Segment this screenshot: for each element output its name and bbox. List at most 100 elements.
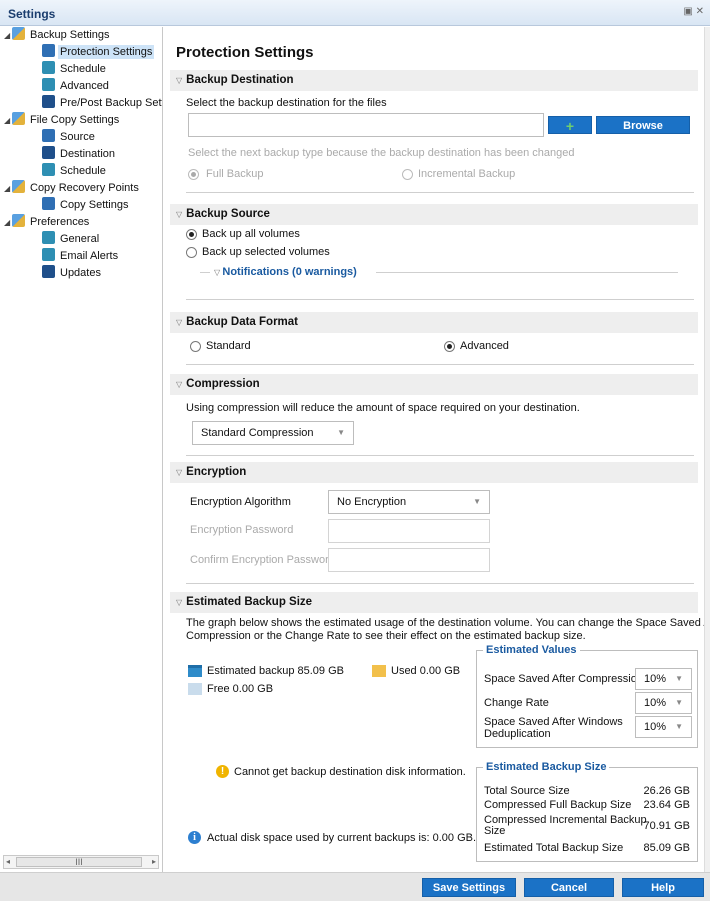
all-volumes-label: Back up all volumes — [202, 228, 300, 240]
tree-item-label: Schedule — [60, 165, 106, 177]
collapse-chevron-icon[interactable]: ▽ — [176, 380, 182, 389]
tree-item-label: Advanced — [60, 80, 109, 92]
collapse-chevron-icon[interactable]: ▽ — [176, 598, 182, 607]
cancel-button[interactable]: Cancel — [524, 878, 614, 897]
estimated-description-line1: The graph below shows the estimated usag… — [186, 617, 704, 629]
backup-type-note: Select the next backup type because the … — [188, 147, 575, 159]
tree-item-label: Copy Settings — [60, 199, 129, 211]
collapse-chevron-icon[interactable]: ▽ — [176, 76, 182, 85]
change-rate-select[interactable]: 10% ▼ — [635, 692, 692, 714]
notifications-toggle[interactable]: ▽ Notifications (0 warnings) — [214, 266, 357, 278]
disk-info-warning: Cannot get backup destination disk infor… — [234, 766, 466, 778]
tree-expand-icon[interactable]: ◢ — [4, 180, 12, 197]
tree-item[interactable]: General — [0, 231, 162, 248]
collapse-chevron-icon[interactable]: ▽ — [176, 318, 182, 327]
encryption-password-input[interactable] — [328, 519, 490, 543]
tree-horizontal-scrollbar[interactable]: ◂ III ▸ — [3, 855, 159, 869]
tree-item[interactable]: Pre/Post Backup Settin — [0, 95, 162, 112]
legend-used: Used 0.00 GB — [391, 665, 461, 677]
legend-free: Free 0.00 GB — [207, 683, 274, 695]
tree-item-label: File Copy Settings — [30, 114, 120, 126]
tree-item[interactable]: Destination — [0, 146, 162, 163]
tree-item-label: Destination — [60, 148, 116, 160]
tree-expand-icon[interactable]: ◢ — [4, 27, 12, 44]
section-encryption[interactable]: ▽ Encryption — [170, 462, 698, 483]
tree-item[interactable]: ◢ Backup Settings — [0, 27, 162, 44]
window-title: Settings — [8, 7, 56, 21]
collapse-chevron-icon[interactable]: ▽ — [176, 210, 182, 219]
space-saved-value: 10% — [644, 673, 667, 685]
section-title: Backup Data Format — [186, 316, 298, 328]
advanced-format-radio[interactable] — [444, 341, 455, 352]
scroll-left-icon[interactable]: ◂ — [6, 856, 10, 868]
section-backup-source[interactable]: ▽ Backup Source — [170, 204, 698, 225]
section-estimated-backup-size[interactable]: ▽ Estimated Backup Size — [170, 592, 698, 613]
save-settings-button[interactable]: Save Settings — [422, 878, 516, 897]
tree-expand-icon[interactable]: ◢ — [4, 112, 12, 129]
full-backup-radio[interactable] — [188, 169, 199, 180]
window-controls-icon[interactable]: ▣ ✕ — [683, 6, 704, 17]
tree-item[interactable]: ◢ Preferences — [0, 214, 162, 231]
divider — [186, 364, 694, 365]
total-source-value: 26.26 GB — [643, 785, 690, 797]
encryption-algorithm-select[interactable]: No Encryption ▼ — [328, 490, 490, 514]
help-button[interactable]: Help — [622, 878, 704, 897]
standard-format-label: Standard — [206, 340, 251, 352]
divider — [186, 192, 694, 193]
used-swatch — [372, 665, 386, 677]
selected-volumes-radio[interactable] — [186, 247, 197, 258]
estimated-values-title: Estimated Values — [483, 644, 580, 656]
dedup-label-line2: Deduplication — [484, 728, 551, 740]
advanced-icon — [42, 78, 55, 91]
standard-format-radio[interactable] — [190, 341, 201, 352]
encryption-algorithm-label: Encryption Algorithm — [190, 496, 291, 508]
estimated-backup-swatch — [188, 665, 202, 677]
change-rate-value: 10% — [644, 697, 667, 709]
tree-item-label: Backup Settings — [30, 29, 110, 41]
dropdown-caret-icon: ▼ — [675, 674, 683, 683]
section-backup-destination[interactable]: ▽ Backup Destination — [170, 70, 698, 91]
tree-item[interactable]: Advanced — [0, 78, 162, 95]
tree-item[interactable]: Updates — [0, 265, 162, 282]
main-vertical-scrollbar[interactable] — [704, 27, 710, 872]
tree-item[interactable]: Copy Settings — [0, 197, 162, 214]
tree-item-label: Updates — [60, 267, 101, 279]
tree-item[interactable]: ◢ File Copy Settings — [0, 112, 162, 129]
page-title: Protection Settings — [176, 44, 314, 61]
backup-settings-icon — [12, 27, 25, 40]
tree-item-label: Preferences — [30, 216, 90, 228]
protection-settings-panel: Protection Settings ▽ Backup Destination … — [164, 27, 704, 872]
encryption-password-label: Encryption Password — [190, 524, 294, 536]
tree-item[interactable]: Source — [0, 129, 162, 146]
add-destination-button[interactable]: + — [548, 116, 592, 134]
compression-select[interactable]: Standard Compression ▼ — [192, 421, 354, 445]
notifications-label: Notifications (0 warnings) — [222, 266, 357, 278]
scroll-thumb[interactable]: III — [16, 857, 142, 867]
estimated-total-value: 85.09 GB — [643, 842, 690, 854]
destination-path-input[interactable] — [188, 113, 544, 137]
total-source-label: Total Source Size — [484, 785, 570, 797]
confirm-password-input[interactable] — [328, 548, 490, 572]
space-saved-select[interactable]: 10% ▼ — [635, 668, 692, 690]
dedup-select[interactable]: 10% ▼ — [635, 716, 692, 738]
disk-space-info: Actual disk space used by current backup… — [207, 832, 477, 844]
tree-item[interactable]: Protection Settings — [0, 44, 162, 61]
encryption-algorithm-value: No Encryption — [337, 496, 407, 508]
browse-button[interactable]: Browse — [596, 116, 690, 134]
legend-estimated-backup: Estimated backup 85.09 GB — [207, 665, 344, 677]
tree-item[interactable]: Schedule — [0, 163, 162, 180]
section-title: Compression — [186, 378, 260, 390]
estimated-total-label: Estimated Total Backup Size — [484, 842, 624, 854]
all-volumes-radio[interactable] — [186, 229, 197, 240]
incremental-backup-radio[interactable] — [402, 169, 413, 180]
copy-recovery-icon — [12, 180, 25, 193]
scroll-right-icon[interactable]: ▸ — [152, 856, 156, 868]
section-backup-data-format[interactable]: ▽ Backup Data Format — [170, 312, 698, 333]
tree-expand-icon[interactable]: ◢ — [4, 214, 12, 231]
tree-item[interactable]: Schedule — [0, 61, 162, 78]
divider — [186, 299, 694, 300]
tree-item[interactable]: Email Alerts — [0, 248, 162, 265]
tree-item[interactable]: ◢ Copy Recovery Points — [0, 180, 162, 197]
collapse-chevron-icon[interactable]: ▽ — [176, 468, 182, 477]
section-compression[interactable]: ▽ Compression — [170, 374, 698, 395]
